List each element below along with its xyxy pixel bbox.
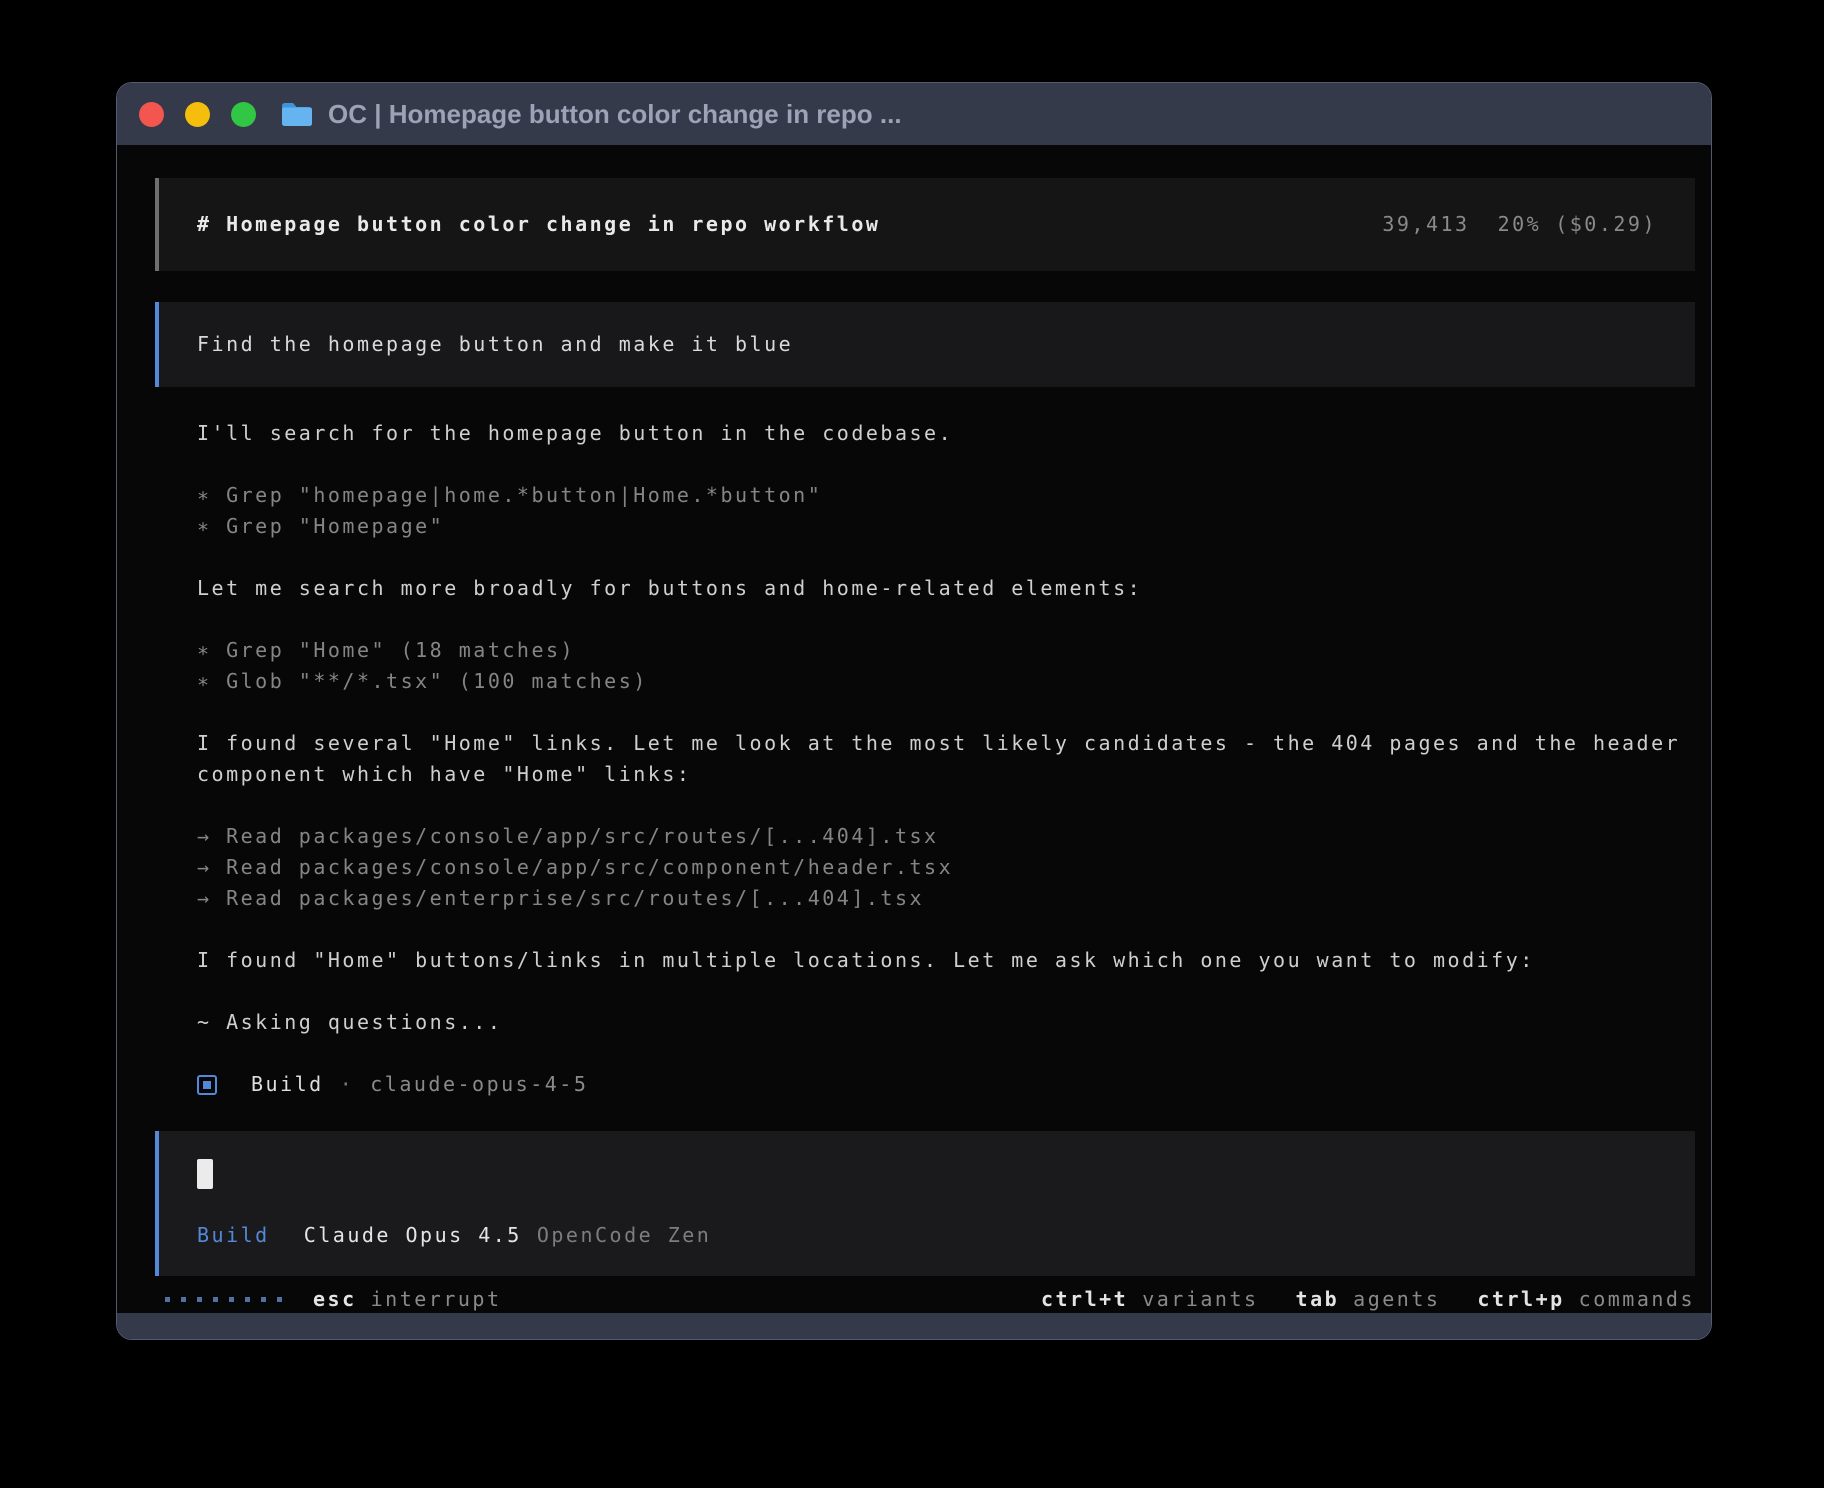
token-count: 39,413 xyxy=(1382,209,1469,240)
tool-call-glob: ∗ Glob "**/*.tsx" (100 matches) xyxy=(197,669,648,693)
tool-call-read: → Read packages/console/app/src/routes/[… xyxy=(197,824,939,848)
ctrl-t-key-label: ctrl+t xyxy=(1041,1284,1128,1313)
badge-separator: · xyxy=(340,1069,355,1100)
input-footer: Build Claude Opus 4.5 OpenCode Zen xyxy=(197,1220,1657,1251)
commands-hint: commands xyxy=(1579,1284,1695,1313)
tool-call-group: ∗ Grep "homepage|home.*button|Home.*butt… xyxy=(197,480,1695,542)
shortcut-variants: ctrl+t variants xyxy=(1041,1284,1259,1313)
session-cost: ($0.29) xyxy=(1555,209,1657,240)
terminal-content: # Homepage button color change in repo w… xyxy=(117,145,1711,1313)
tool-call-read: → Read packages/console/app/src/componen… xyxy=(197,855,953,879)
build-mode-icon xyxy=(197,1075,217,1095)
assistant-text: I found several "Home" links. Let me loo… xyxy=(197,728,1695,790)
close-button[interactable] xyxy=(139,102,164,127)
window-title: OC | Homepage button color change in rep… xyxy=(328,99,902,130)
agent-mode-label: Build xyxy=(251,1069,324,1100)
variants-hint: variants xyxy=(1142,1284,1258,1313)
minimize-button[interactable] xyxy=(185,102,210,127)
interrupt-hint: interrupt xyxy=(371,1284,502,1313)
shortcut-commands: ctrl+p commands xyxy=(1477,1284,1695,1313)
folder-icon xyxy=(280,100,314,128)
input-provider-label: OpenCode Zen xyxy=(537,1220,712,1251)
tool-call-grep: ∗ Grep "Homepage" xyxy=(197,514,444,538)
zoom-button[interactable] xyxy=(231,102,256,127)
agent-model-label: claude-opus-4-5 xyxy=(370,1069,588,1100)
titlebar: OC | Homepage button color change in rep… xyxy=(117,83,1711,145)
tool-call-group: ∗ Grep "Home" (18 matches) ∗ Glob "**/*.… xyxy=(197,635,1695,697)
statusbar-shortcuts: ctrl+t variants tab agents ctrl+p comman… xyxy=(1041,1284,1695,1313)
tool-call-grep: ∗ Grep "Home" (18 matches) xyxy=(197,638,575,662)
assistant-text: I'll search for the homepage button in t… xyxy=(197,418,1695,449)
input-line[interactable] xyxy=(197,1158,1657,1189)
text-cursor xyxy=(197,1159,213,1189)
tool-call-group: → Read packages/console/app/src/routes/[… xyxy=(197,821,1695,914)
esc-key-label: esc xyxy=(313,1284,357,1313)
tool-call-grep: ∗ Grep "homepage|home.*button|Home.*butt… xyxy=(197,483,822,507)
prompt-input[interactable]: Build Claude Opus 4.5 OpenCode Zen xyxy=(155,1131,1695,1276)
input-mode-label[interactable]: Build xyxy=(197,1220,270,1251)
ctrl-p-key-label: ctrl+p xyxy=(1477,1284,1564,1313)
traffic-lights xyxy=(139,102,256,127)
shortcut-agents: tab agents xyxy=(1296,1284,1441,1313)
working-status: ~ Asking questions... xyxy=(197,1007,1695,1038)
status-bar: esc interrupt ctrl+t variants tab agents… xyxy=(165,1284,1695,1313)
input-model-label: Claude Opus 4.5 xyxy=(304,1220,522,1251)
terminal-window: OC | Homepage button color change in rep… xyxy=(116,82,1712,1340)
tab-key-label: tab xyxy=(1296,1284,1340,1313)
session-stats: 39,413 20% ($0.29) xyxy=(1382,209,1657,240)
shortcut-interrupt: esc interrupt xyxy=(313,1284,502,1313)
activity-dots xyxy=(165,1297,282,1302)
window-bottom-chrome xyxy=(117,1313,1711,1339)
agent-badge: Build · claude-opus-4-5 xyxy=(197,1069,1695,1100)
user-message: Find the homepage button and make it blu… xyxy=(155,302,1695,387)
user-message-text: Find the homepage button and make it blu… xyxy=(197,332,793,356)
tool-call-read: → Read packages/enterprise/src/routes/[.… xyxy=(197,886,924,910)
session-header: # Homepage button color change in repo w… xyxy=(155,178,1695,271)
conversation-transcript: I'll search for the homepage button in t… xyxy=(197,418,1695,1100)
assistant-text: I found "Home" buttons/links in multiple… xyxy=(197,945,1695,976)
assistant-text: Let me search more broadly for buttons a… xyxy=(197,573,1695,604)
session-title: # Homepage button color change in repo w… xyxy=(197,209,880,240)
agents-hint: agents xyxy=(1353,1284,1440,1313)
context-percent: 20% xyxy=(1498,209,1542,240)
